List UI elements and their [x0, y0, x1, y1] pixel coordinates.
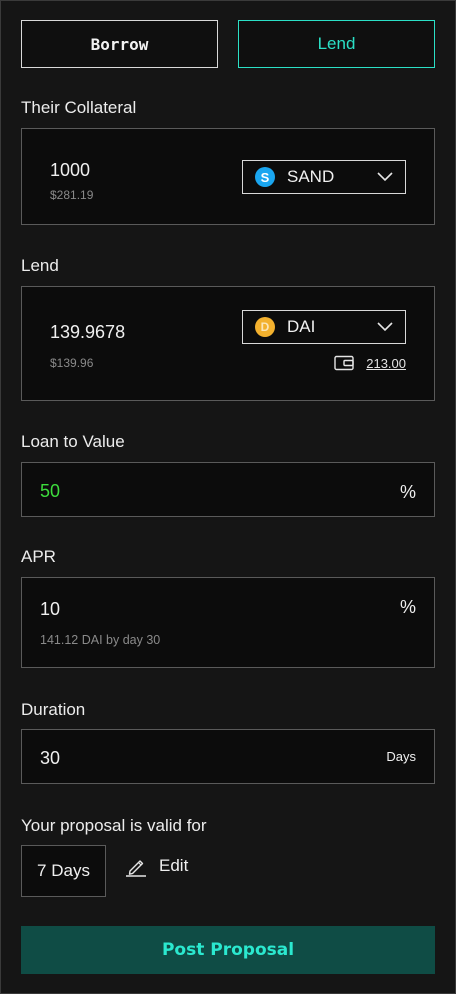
ltv-value[interactable]: 50 [40, 481, 60, 502]
lend-label: Lend [21, 256, 59, 275]
duration-field[interactable]: 30 Days [21, 729, 435, 784]
duration-label: Duration [21, 700, 86, 719]
edit-validity-button[interactable]: Edit [125, 855, 188, 877]
tab-lend[interactable]: Lend [238, 20, 435, 68]
lend-token-select[interactable]: D DAI [242, 310, 406, 344]
lend-token-name: DAI [287, 317, 316, 336]
apr-projection: 141.12 DAI by day 30 [40, 633, 161, 647]
collateral-token-select[interactable]: S SAND [242, 160, 406, 194]
ltv-label: Loan to Value [21, 432, 125, 451]
wallet-balance[interactable]: 213.00 [334, 355, 406, 371]
chevron-down-icon [377, 172, 393, 182]
lend-amount[interactable]: 139.9678 [50, 322, 125, 343]
apr-field[interactable]: 10 % 141.12 DAI by day 30 [21, 577, 435, 668]
apr-value[interactable]: 10 [40, 599, 60, 620]
collateral-label: Their Collateral [21, 98, 137, 117]
wallet-icon [334, 355, 354, 371]
lend-box: 139.9678 $139.96 D DAI 213.00 [21, 286, 435, 401]
edit-label: Edit [159, 856, 189, 875]
ltv-unit: % [399, 482, 416, 502]
ltv-field[interactable]: 50 % [21, 462, 435, 517]
apr-unit: % [399, 597, 416, 617]
collateral-amount[interactable]: 1000 [50, 160, 90, 181]
post-proposal-button[interactable]: Post Proposal [21, 926, 435, 974]
duration-value[interactable]: 30 [40, 748, 60, 769]
tab-borrow[interactable]: Borrow [21, 20, 218, 68]
collateral-box: 1000 $281.19 S SAND [21, 128, 435, 225]
sand-token-icon: S [255, 167, 275, 187]
validity-value[interactable]: 7 Days [21, 845, 106, 897]
pencil-icon [126, 860, 146, 877]
chevron-down-icon [377, 322, 393, 332]
apr-label: APR [21, 547, 56, 566]
dai-token-icon: D [255, 317, 275, 337]
collateral-token-name: SAND [287, 167, 335, 186]
duration-unit: Days [386, 749, 416, 764]
collateral-usd-value: $281.19 [50, 188, 94, 202]
lend-usd-value: $139.96 [50, 356, 94, 370]
wallet-balance-amount[interactable]: 213.00 [366, 356, 406, 371]
validity-label: Your proposal is valid for [21, 816, 207, 835]
